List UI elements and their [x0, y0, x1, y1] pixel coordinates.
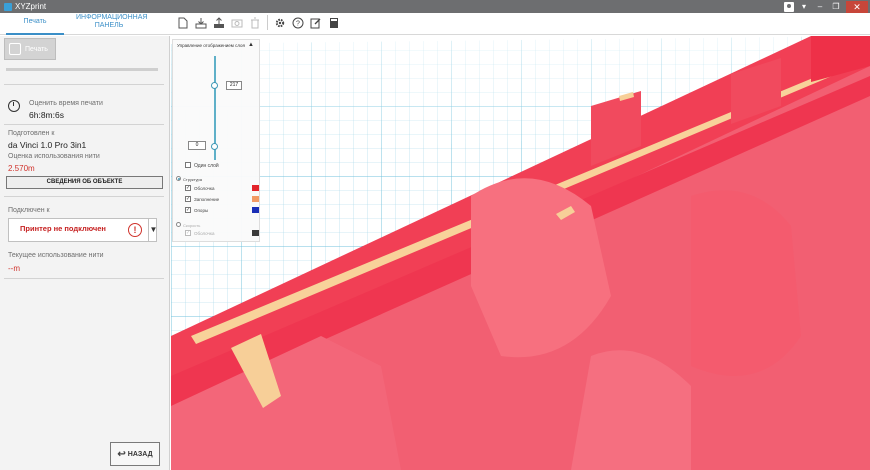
import-icon[interactable] [194, 15, 208, 30]
object-details-button[interactable]: СВЕДЕНИЯ ОБ ОБЪЕКТЕ [6, 176, 163, 189]
dropdown-icon[interactable]: ▾ [798, 2, 810, 11]
infill-checkbox[interactable]: ✓ [185, 196, 191, 202]
calculator-icon[interactable] [327, 15, 341, 30]
maximize-button[interactable]: ❐ [830, 2, 842, 11]
help-icon[interactable]: ? [291, 15, 305, 30]
speed-label: Скорость [183, 223, 201, 228]
left-panel: Печать Оценить время печати 6h:8m:6s Под… [0, 36, 170, 470]
edit-icon[interactable] [309, 15, 323, 30]
svg-text:?: ? [296, 20, 300, 27]
window-title: XYZprint [15, 2, 47, 11]
print-progress-bar [6, 68, 158, 71]
supports-color-swatch [252, 207, 259, 213]
printer-status: Принтер не подключен [20, 224, 106, 233]
shell-color-swatch [252, 185, 259, 191]
user-icon[interactable] [784, 1, 794, 12]
structure-radio[interactable] [176, 176, 181, 181]
estimate-value: 6h:8m:6s [29, 110, 64, 120]
tab-print[interactable]: Печать [6, 13, 64, 35]
divider [4, 84, 164, 85]
back-arrow-icon: ↩ [117, 448, 126, 460]
settings-icon[interactable] [273, 15, 287, 30]
warning-icon: ! [128, 223, 142, 237]
tab-info[interactable]: ИНФОРМАЦИОННАЯ ПАНЕЛЬ [76, 13, 147, 35]
shell-label: Оболочка [194, 186, 215, 191]
close-button[interactable]: ✕ [846, 0, 868, 13]
filament-label: Оценка использования нити [8, 153, 100, 160]
model-scene [171, 36, 870, 470]
current-usage-value: --m [8, 264, 20, 273]
export-icon[interactable] [212, 15, 226, 30]
top-layer-input[interactable]: 217 [226, 81, 242, 90]
prepared-value: da Vinci 1.0 Pro 3in1 [8, 140, 87, 150]
infill-color-swatch [252, 196, 259, 202]
estimate-label: Оценить время печати [29, 100, 103, 107]
shell-checkbox[interactable]: ✓ [185, 185, 191, 191]
speed-shell-checkbox[interactable]: ✓ [185, 230, 191, 236]
speed-shell-label: Оболочка [194, 231, 215, 236]
bottom-layer-input[interactable]: 0 [188, 141, 206, 150]
toolbar-separator [267, 15, 268, 30]
clock-icon [8, 100, 20, 112]
layer-panel-title: Управление отображением слоя [177, 43, 245, 48]
current-usage-label: Текущее использование нити [8, 252, 104, 259]
chevron-down-icon[interactable]: ▼ [148, 219, 158, 241]
divider [4, 124, 164, 125]
print-button-label: Печать [25, 45, 48, 53]
3d-viewport[interactable] [171, 36, 870, 470]
camera-icon[interactable] [230, 15, 244, 30]
layer-slider-top-handle[interactable] [211, 82, 218, 89]
minimize-button[interactable]: – [814, 2, 826, 11]
speed-radio[interactable] [176, 222, 181, 227]
divider [4, 196, 164, 197]
supports-checkbox[interactable]: ✓ [185, 207, 191, 213]
structure-label: Структура [183, 177, 202, 182]
back-button[interactable]: ↩ НАЗАД [110, 442, 160, 466]
speed-color-swatch [252, 230, 259, 236]
delete-icon[interactable] [248, 15, 262, 30]
collapse-icon[interactable]: ▲ [248, 42, 254, 48]
single-layer-checkbox[interactable] [185, 162, 191, 168]
app-icon [4, 2, 12, 11]
new-file-icon[interactable] [176, 15, 190, 30]
title-bar: XYZprint ▾ – ❐ ✕ [0, 0, 870, 13]
print-button[interactable]: Печать [4, 38, 56, 60]
divider [4, 278, 164, 279]
layer-control-panel: Управление отображением слоя ▲ 217 0 Оди… [172, 39, 260, 242]
supports-label: Опоры [194, 208, 209, 213]
layer-slider-bottom-handle[interactable] [211, 143, 218, 150]
printer-icon [9, 43, 21, 55]
single-layer-label: Один слой [194, 163, 219, 169]
back-button-label: НАЗАД [127, 450, 153, 458]
infill-label: Заполнение [194, 197, 220, 202]
printer-select[interactable]: Принтер не подключен ! ▼ [8, 218, 157, 242]
toolbar: Печать ИНФОРМАЦИОННАЯ ПАНЕЛЬ ? [0, 13, 870, 35]
filament-value: 2.570m [8, 164, 35, 173]
app-window: XYZprint ▾ – ❐ ✕ Печать ИНФОРМАЦИОННАЯ П… [0, 0, 870, 470]
prepared-label: Подготовлен к [8, 130, 55, 137]
connected-label: Подключен к [8, 207, 50, 214]
